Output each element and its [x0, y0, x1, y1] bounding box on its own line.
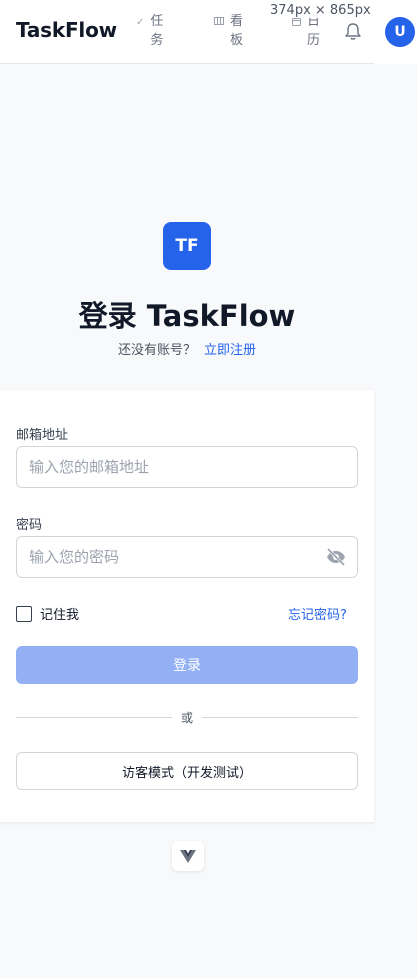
vue-logo-icon — [180, 850, 196, 863]
password-field[interactable] — [16, 536, 358, 578]
forgot-password-link[interactable]: 忘记密码? — [288, 604, 347, 623]
app-root: TaskFlow ✓ 任务 看板 日历 U 374px × 865px TF 登… — [0, 0, 417, 978]
nav-item-tasks[interactable]: ✓ 任务 — [136, 12, 164, 50]
divider-line — [202, 717, 358, 718]
board-icon — [214, 17, 224, 28]
calendar-icon — [292, 17, 301, 29]
devtools-toggle-button[interactable] — [172, 841, 204, 871]
remember-me-label[interactable]: 记住我 — [40, 604, 79, 623]
login-form-card: 邮箱地址 密码 记住我 忘记密码? 登录 或 访客模式（开发测试） — [0, 390, 374, 822]
guest-mode-button[interactable]: 访客模式（开发测试） — [16, 752, 358, 790]
email-field[interactable] — [16, 446, 358, 488]
user-avatar[interactable]: U — [385, 17, 415, 47]
login-button[interactable]: 登录 — [16, 646, 358, 684]
viewport-size-badge: 374px × 865px — [268, 3, 373, 18]
app-logo-badge: TF — [163, 222, 211, 270]
nav-item-label: 任务 — [150, 14, 164, 48]
page-title: 登录 TaskFlow — [78, 299, 296, 333]
notification-bell-icon[interactable] — [343, 22, 363, 42]
check-icon: ✓ — [136, 17, 145, 28]
toggle-password-visibility-icon[interactable] — [325, 546, 347, 568]
email-label: 邮箱地址 — [16, 428, 69, 443]
password-label: 密码 — [16, 518, 43, 533]
no-account-text: 还没有账号？ — [117, 343, 196, 358]
brand-logo[interactable]: TaskFlow — [16, 18, 117, 42]
signup-prompt: 还没有账号？ 立即注册 — [0, 339, 374, 358]
remember-me[interactable]: 记住我 — [16, 604, 79, 623]
remember-me-checkbox[interactable] — [16, 605, 32, 622]
nav-item-label: 看板 — [230, 14, 244, 48]
signup-link[interactable]: 立即注册 — [204, 343, 256, 358]
nav-item-board[interactable]: 看板 — [214, 12, 244, 50]
